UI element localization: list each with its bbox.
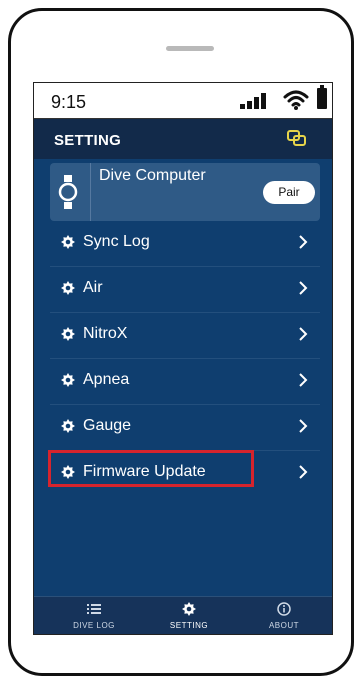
status-bar: 9:15 — [34, 83, 332, 119]
tab-label: ABOUT — [268, 621, 300, 630]
gear-icon — [61, 419, 75, 433]
status-time: 9:15 — [51, 92, 87, 112]
app-header: SETTING — [34, 119, 332, 159]
battery-icon — [317, 85, 327, 109]
menu-item-nitrox[interactable]: NitroX — [50, 313, 320, 359]
tab-about[interactable]: ABOUT — [244, 597, 324, 634]
menu-item-label: Sync Log — [83, 233, 150, 250]
chevron-right-icon — [299, 327, 308, 341]
gear-icon — [182, 602, 196, 616]
device-name: Dive Computer — [99, 167, 206, 184]
list-icon — [87, 604, 101, 614]
phone-screen: 9:15 SETTING Dive Computer Pair Sync Log… — [33, 82, 333, 635]
card-divider — [90, 163, 91, 221]
device-card: Dive Computer Pair — [50, 163, 320, 221]
gear-icon — [61, 281, 75, 295]
watch-icon — [58, 175, 78, 209]
settings-content: Dive Computer Pair Sync Log Air NitroX A… — [34, 159, 332, 596]
tab-setting[interactable]: SETTING — [149, 597, 229, 634]
tab-dive-log[interactable]: DIVE LOG — [54, 597, 134, 634]
info-icon — [277, 602, 291, 616]
menu-item-label: Gauge — [83, 417, 132, 434]
gear-icon — [61, 327, 75, 341]
menu-item-air[interactable]: Air — [50, 267, 320, 313]
gear-icon — [61, 235, 75, 249]
chevron-right-icon — [299, 419, 308, 433]
tab-label: DIVE LOG — [73, 621, 115, 630]
menu-item-sync-log[interactable]: Sync Log — [50, 221, 320, 267]
tab-label: SETTING — [169, 621, 209, 630]
phone-speaker — [166, 46, 214, 51]
page-title: SETTING — [54, 132, 122, 149]
chevron-right-icon — [299, 235, 308, 249]
gear-icon — [61, 373, 75, 387]
highlight-box — [48, 450, 254, 487]
menu-item-apnea[interactable]: Apnea — [50, 359, 320, 405]
chevron-right-icon — [299, 465, 308, 479]
menu-item-label: NitroX — [83, 325, 128, 342]
chevron-right-icon — [299, 373, 308, 387]
menu-item-gauge[interactable]: Gauge — [50, 405, 320, 451]
link-icon[interactable] — [286, 127, 308, 149]
chevron-right-icon — [299, 281, 308, 295]
wifi-icon — [283, 90, 309, 110]
menu-item-label: Apnea — [83, 371, 130, 388]
tab-bar: DIVE LOG SETTING ABOUT — [34, 596, 332, 634]
menu-item-label: Air — [83, 279, 103, 296]
pair-button[interactable]: Pair — [263, 181, 315, 204]
signal-icon — [240, 93, 266, 109]
